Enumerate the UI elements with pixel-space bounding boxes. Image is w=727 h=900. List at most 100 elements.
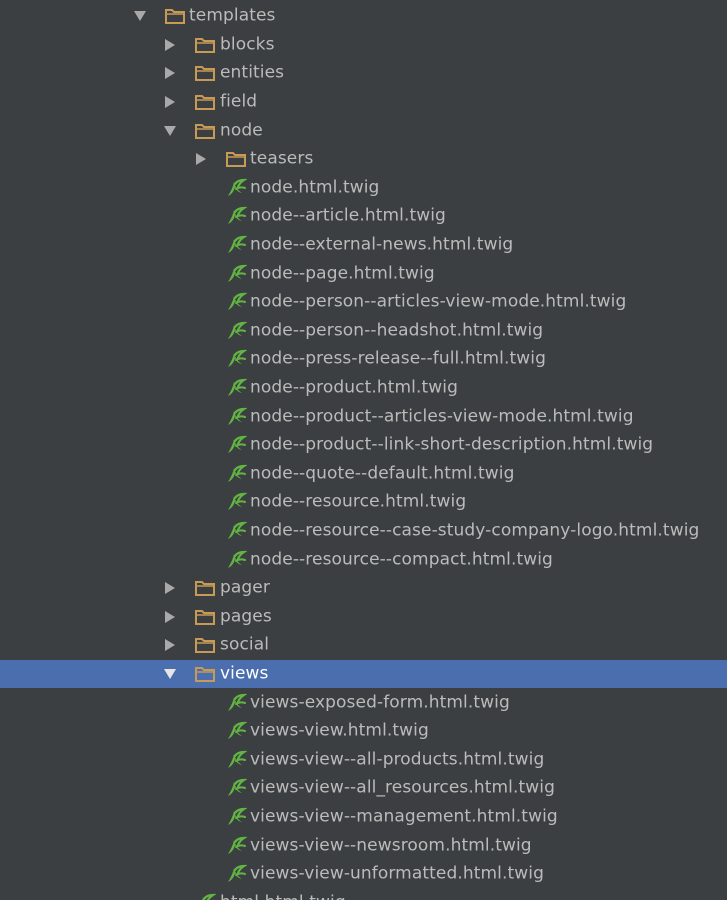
tree-file-row[interactable]: views-view--newsroom.html.twig: [0, 831, 727, 860]
tree-file-row[interactable]: node--press-release--full.html.twig: [0, 345, 727, 374]
tree-file-row[interactable]: views-view-unformatted.html.twig: [0, 860, 727, 889]
tree-folder-row[interactable]: teasers: [0, 145, 727, 174]
collapse-arrow-icon[interactable]: [162, 65, 178, 81]
twig-file-icon: [224, 292, 248, 312]
tree-folder-row[interactable]: pages: [0, 602, 727, 631]
tree-item-label: node--page.html.twig: [250, 263, 435, 284]
tree-item-label: views-view--newsroom.html.twig: [250, 835, 532, 856]
tree-item-label: node--product.html.twig: [250, 377, 458, 398]
collapse-arrow-icon[interactable]: [162, 94, 178, 110]
twig-file-icon: [224, 807, 248, 827]
tree-file-row[interactable]: views-view--all-products.html.twig: [0, 745, 727, 774]
tree-folder-row[interactable]: entities: [0, 59, 727, 88]
tree-item-label: node--resource--case-study-company-logo.…: [250, 520, 700, 541]
folder-icon: [193, 578, 217, 598]
folder-icon: [193, 121, 217, 141]
folder-icon: [193, 607, 217, 627]
tree-item-label: node--product--link-short-description.ht…: [250, 434, 654, 455]
tree-file-row[interactable]: node--product--link-short-description.ht…: [0, 431, 727, 460]
tree-item-label: html.html.twig: [220, 892, 346, 900]
collapse-arrow-icon[interactable]: [193, 151, 209, 167]
twig-file-icon: [224, 235, 248, 255]
tree-file-row[interactable]: node--person--headshot.html.twig: [0, 317, 727, 346]
tree-item-label: views-view--management.html.twig: [250, 806, 558, 827]
twig-file-icon: [224, 178, 248, 198]
tree-file-row[interactable]: node--resource--compact.html.twig: [0, 545, 727, 574]
folder-icon: [193, 635, 217, 655]
project-file-tree[interactable]: templates blocks entities field node teasers n…: [0, 0, 727, 900]
folder-icon: [193, 664, 217, 684]
tree-file-row[interactable]: node--quote--default.html.twig: [0, 460, 727, 489]
tree-folder-row[interactable]: node: [0, 116, 727, 145]
expand-arrow-icon[interactable]: [132, 8, 148, 24]
tree-item-label: field: [220, 91, 258, 112]
tree-item-label: node: [220, 120, 263, 141]
collapse-arrow-icon[interactable]: [162, 637, 178, 653]
twig-file-icon: [193, 893, 217, 900]
tree-item-label: node--resource--compact.html.twig: [250, 549, 553, 570]
folder-icon: [193, 92, 217, 112]
tree-file-row[interactable]: node--product--articles-view-mode.html.t…: [0, 402, 727, 431]
tree-item-label: views-view-unformatted.html.twig: [250, 863, 544, 884]
folder-icon: [193, 63, 217, 83]
tree-file-row[interactable]: node--page.html.twig: [0, 259, 727, 288]
twig-file-icon: [224, 264, 248, 284]
tree-item-label: node--person--articles-view-mode.html.tw…: [250, 291, 627, 312]
collapse-arrow-icon[interactable]: [162, 609, 178, 625]
tree-item-label: node--resource.html.twig: [250, 491, 467, 512]
tree-item-label: node.html.twig: [250, 177, 380, 198]
twig-file-icon: [224, 778, 248, 798]
tree-item-label: teasers: [250, 148, 314, 169]
twig-file-icon: [224, 721, 248, 741]
tree-item-label: node--article.html.twig: [250, 206, 446, 227]
folder-icon: [193, 35, 217, 55]
tree-item-label: blocks: [220, 34, 275, 55]
tree-folder-row[interactable]: field: [0, 88, 727, 117]
expand-arrow-icon[interactable]: [162, 666, 178, 682]
twig-file-icon: [224, 836, 248, 856]
collapse-arrow-icon[interactable]: [162, 37, 178, 53]
expand-arrow-icon[interactable]: [162, 123, 178, 139]
tree-folder-row[interactable]: templates: [0, 2, 727, 31]
tree-item-label: node--product--articles-view-mode.html.t…: [250, 406, 634, 427]
tree-item-label: views-view--all-products.html.twig: [250, 749, 545, 770]
folder-icon: [224, 149, 248, 169]
tree-file-row[interactable]: views-view--management.html.twig: [0, 803, 727, 832]
twig-file-icon: [224, 864, 248, 884]
tree-file-row[interactable]: node--article.html.twig: [0, 202, 727, 231]
twig-file-icon: [224, 407, 248, 427]
twig-file-icon: [224, 521, 248, 541]
tree-item-label: entities: [220, 63, 285, 84]
tree-item-label: node--person--headshot.html.twig: [250, 320, 544, 341]
tree-file-row[interactable]: node--person--articles-view-mode.html.tw…: [0, 288, 727, 317]
twig-file-icon: [224, 378, 248, 398]
tree-folder-row[interactable]: views: [0, 659, 727, 689]
tree-folder-row[interactable]: pager: [0, 574, 727, 603]
tree-file-row[interactable]: views-exposed-form.html.twig: [0, 688, 727, 717]
tree-item-label: views-view.html.twig: [250, 720, 429, 741]
tree-file-row[interactable]: node.html.twig: [0, 174, 727, 203]
twig-file-icon: [224, 750, 248, 770]
tree-file-row[interactable]: node--product.html.twig: [0, 374, 727, 403]
tree-item-label: node--external-news.html.twig: [250, 234, 514, 255]
tree-item-label: views: [220, 663, 269, 684]
tree-item-label: templates: [189, 5, 276, 26]
tree-item-label: node--press-release--full.html.twig: [250, 349, 546, 370]
collapse-arrow-icon[interactable]: [162, 580, 178, 596]
tree-file-row[interactable]: views-view--all_resources.html.twig: [0, 774, 727, 803]
twig-file-icon: [224, 464, 248, 484]
twig-file-icon: [224, 492, 248, 512]
tree-item-label: views-view--all_resources.html.twig: [250, 777, 555, 798]
twig-file-icon: [224, 550, 248, 570]
twig-file-icon: [224, 349, 248, 369]
tree-folder-row[interactable]: blocks: [0, 31, 727, 60]
folder-icon: [163, 6, 187, 26]
tree-file-row[interactable]: html.html.twig: [0, 888, 727, 900]
twig-file-icon: [224, 435, 248, 455]
tree-folder-row[interactable]: social: [0, 631, 727, 660]
tree-file-row[interactable]: node--external-news.html.twig: [0, 231, 727, 260]
tree-file-row[interactable]: node--resource.html.twig: [0, 488, 727, 517]
tree-file-row[interactable]: views-view.html.twig: [0, 717, 727, 746]
tree-item-label: node--quote--default.html.twig: [250, 463, 515, 484]
tree-file-row[interactable]: node--resource--case-study-company-logo.…: [0, 517, 727, 546]
